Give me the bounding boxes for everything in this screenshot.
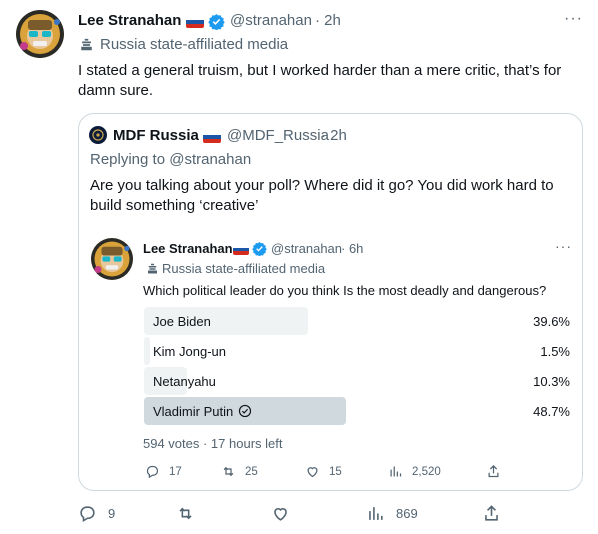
poll-option-percent: 39.6%	[533, 314, 570, 329]
share-icon	[485, 505, 498, 521]
reply-button[interactable]: 17	[145, 464, 182, 479]
retweet-icon	[179, 507, 192, 520]
retweet-button[interactable]	[176, 504, 206, 523]
state-media-label[interactable]: Russia state-affiliated media	[100, 36, 288, 53]
like-button[interactable]: 15	[305, 464, 342, 479]
views-count: 2,520	[412, 465, 441, 478]
retweet-button[interactable]: 25	[221, 464, 258, 479]
author-name[interactable]: Lee Stranahan	[78, 12, 181, 29]
mdf-logo-icon	[89, 126, 107, 144]
poll-bar	[144, 337, 151, 365]
poll-question: Which political leader do you think Is t…	[143, 283, 547, 298]
reply-button[interactable]: 9	[78, 504, 115, 523]
inner-tweet-time[interactable]: · 6h	[341, 241, 363, 256]
poll-option-label: Kim Jong-un	[153, 344, 226, 359]
russia-flag-icon	[233, 244, 249, 255]
quoted-author-handle[interactable]: @MDF_Russia	[227, 127, 329, 144]
tweet-text-line-2: damn sure.	[78, 82, 154, 99]
poll-option-label: Joe Biden	[153, 314, 211, 329]
views-button[interactable]: 869	[366, 504, 418, 523]
share-button[interactable]	[486, 464, 501, 479]
avatar-image	[91, 238, 133, 280]
poll-option-percent: 48.7%	[533, 404, 570, 419]
quoted-tweet-card[interactable]	[78, 113, 583, 491]
views-button[interactable]: 2,520	[388, 464, 441, 479]
views-chart-icon	[369, 507, 383, 520]
tweet-text-line-1: I stated a general truism, but I worked …	[78, 62, 562, 79]
reply-icon	[80, 506, 95, 523]
retweet-count: 25	[245, 465, 258, 478]
poll-option-label: Netanyahu	[153, 374, 216, 389]
state-media-icon	[81, 38, 92, 51]
replying-to[interactable]: Replying to @stranahan	[90, 151, 251, 168]
retweet-icon	[223, 466, 234, 477]
heart-icon	[307, 467, 318, 478]
state-media-label[interactable]: Russia state-affiliated media	[162, 261, 325, 276]
heart-icon	[274, 508, 287, 521]
avatar-image	[16, 10, 64, 58]
views-chart-icon	[390, 466, 402, 477]
author-avatar[interactable]	[16, 10, 64, 58]
reply-icon	[146, 465, 159, 479]
russia-flag-icon	[203, 131, 221, 143]
share-icon	[488, 464, 499, 478]
share-button[interactable]	[482, 504, 501, 523]
poll-option-label: Vladimir Putin	[153, 404, 234, 419]
views-count: 869	[396, 506, 418, 521]
poll-option-percent: 1.5%	[540, 344, 570, 359]
like-count: 15	[329, 465, 342, 478]
more-options-icon[interactable]: ···	[564, 10, 583, 28]
russia-flag-icon	[186, 16, 204, 28]
quoted-text-line-1: Are you talking about your poll? Where d…	[90, 177, 554, 194]
poll-option-percent: 10.3%	[533, 374, 570, 389]
tweet-time[interactable]: · 2h	[315, 12, 341, 29]
quoted-text-line-2: build something ‘creative’	[90, 197, 259, 214]
quoted-tweet-time[interactable]: · 2h	[321, 127, 347, 144]
more-options-icon[interactable]: ···	[555, 238, 572, 254]
quoted-author-name[interactable]: MDF Russia	[113, 127, 199, 144]
verified-badge-icon	[252, 241, 267, 256]
inner-author-avatar[interactable]	[91, 238, 133, 280]
reply-count: 9	[108, 506, 116, 521]
inner-author-name[interactable]: Lee Stranahan	[143, 241, 233, 256]
reply-count: 17	[169, 465, 182, 478]
inner-author-handle[interactable]: @stranahan	[271, 241, 342, 256]
quoted-author-avatar	[89, 126, 107, 144]
verified-badge-icon	[208, 14, 225, 30]
state-media-icon	[148, 263, 157, 274]
like-button[interactable]	[271, 504, 301, 523]
author-handle[interactable]: @stranahan	[230, 12, 312, 29]
check-circle-icon	[238, 404, 252, 418]
poll-summary: 594 votes · 17 hours left	[143, 436, 283, 451]
